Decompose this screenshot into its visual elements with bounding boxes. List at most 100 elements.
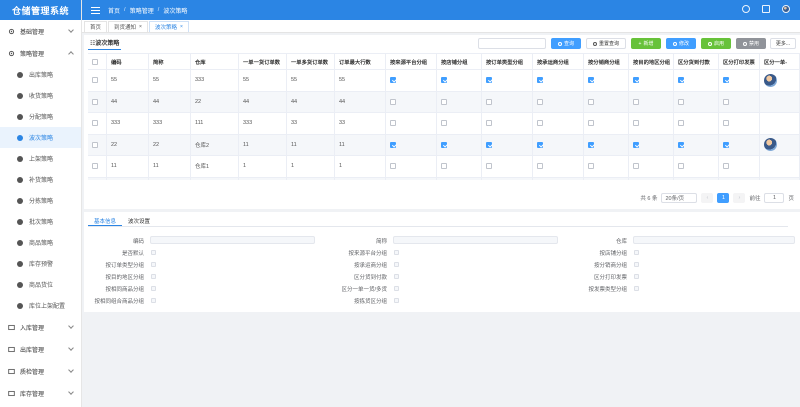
sidebar-group-2[interactable]: 质检管理 [0,360,81,382]
row-checkbox[interactable] [92,77,98,84]
column-header[interactable]: 按来源平台分组 [386,54,437,69]
sidebar-group-strategy[interactable]: 策略管理 [0,42,81,64]
tab-wave-strategy[interactable]: 波次策略 × [148,21,189,32]
sidebar-item-4[interactable]: 上架策略 [0,148,81,169]
column-header[interactable]: 区分打印发票 [719,54,760,69]
column-header[interactable]: 编码 [107,54,149,69]
sidebar-group-1[interactable]: 出库管理 [0,338,81,360]
row-checkbox[interactable] [92,98,98,105]
select-cell[interactable] [88,70,107,91]
sidebar-item-8[interactable]: 商品策略 [0,232,81,253]
field-checkbox-cod[interactable] [394,273,399,279]
column-header[interactable]: 按承运商分组 [533,54,584,69]
page-size-select[interactable]: 20条/页 [661,193,698,203]
column-header[interactable]: 订单最大行数 [335,54,386,69]
search-input[interactable] [478,38,546,49]
field-checkbox-invoice[interactable] [634,273,639,279]
table-row[interactable]: 55 55 333 55 55 55 [88,70,800,92]
tab-wave-settings[interactable]: 波次设置 [122,216,156,226]
select-cell[interactable] [88,113,107,134]
row-checkbox[interactable] [92,120,98,127]
query-button[interactable]: 查询 [551,38,581,49]
sidebar-item-1[interactable]: 收货策略 [0,85,81,106]
tab-arrival-notice[interactable]: 到货通知 × [108,21,148,32]
breadcrumb-item[interactable]: 策略管理 [130,6,154,15]
field-input-short[interactable] [393,236,558,244]
column-header[interactable]: 一单一货订单数 [239,54,287,69]
breadcrumb-item: 波次策略 [163,8,188,15]
field-checkbox-dest[interactable] [151,273,156,279]
goto-page-input[interactable]: 1 [764,193,785,203]
more-button[interactable]: 更多... [770,38,796,49]
table-row[interactable]: 333 333 111 333 33 33 [88,113,800,135]
tab-basic-info[interactable]: 基本信息 [88,216,123,226]
prev-page-button[interactable]: ‹ [701,193,714,203]
field-checkbox-carrier[interactable] [394,261,399,267]
field-checkbox-one_many[interactable] [394,285,399,291]
sidebar-item-10[interactable]: 商品货位 [0,274,81,295]
select-cell[interactable] [88,134,107,155]
flag-checkbox [588,120,594,127]
sidebar-item-6[interactable]: 分拣策略 [0,190,81,211]
column-header[interactable]: 按目的地区分组 [629,54,674,69]
sidebar-item-5[interactable]: 补货策略 [0,169,81,190]
field-input-wh[interactable] [633,236,795,244]
chevron-down-icon [68,367,74,373]
sidebar-group-basic[interactable]: 基础管理 [0,20,81,42]
menu-toggle-icon[interactable] [91,6,100,14]
sidebar-item-11[interactable]: 库位上架配置 [0,295,81,316]
sidebar-item-3[interactable]: 波次策略 [0,127,81,148]
edit-button[interactable]: 修改 [666,38,696,49]
sidebar-item-2[interactable]: 分配策略 [0,106,81,127]
fullscreen-icon[interactable] [762,5,770,13]
select-cell[interactable] [88,177,107,180]
field-checkbox-invoice_type[interactable] [634,285,639,291]
select-cell[interactable] [88,156,107,177]
select-all-checkbox[interactable] [92,58,98,65]
main-panel: ☷波次策略 查询 重置查询 + 新增 修改 启用 禁用 更多... 编码 简称 仓库一… [84,35,800,209]
select-cell[interactable] [88,91,107,112]
sidebar-item-0[interactable]: 出库策略 [0,64,81,85]
page-number[interactable]: 1 [717,193,730,203]
row-checkbox[interactable] [92,163,98,170]
table-row[interactable]: 11 11 仓库1 1 1 1 [88,156,800,178]
select-all-cell[interactable] [88,54,107,69]
column-header[interactable]: 按分销商分组 [584,54,629,69]
table-row[interactable]: 44 44 22 44 44 44 [88,91,800,113]
field-input-code[interactable] [150,236,315,244]
search-icon[interactable] [742,5,750,13]
sidebar-item-7[interactable]: 批次策略 [0,211,81,232]
table-row[interactable]: code123仓库1111 [88,177,800,180]
enable-button[interactable]: 启用 [701,38,731,49]
close-icon[interactable]: × [180,24,183,30]
breadcrumb-item[interactable]: 首页 [108,6,120,15]
disable-button[interactable]: 禁用 [736,38,766,49]
reset-query-button[interactable]: 重置查询 [586,38,626,49]
column-header[interactable]: 按订单类型分组 [482,54,533,69]
column-header[interactable]: 仓库 [191,54,239,69]
sidebar-group-3[interactable]: 库存管理 [0,382,81,404]
field-checkbox-shop[interactable] [634,249,639,255]
column-header[interactable]: 按店铺分组 [437,54,482,69]
sidebar-group-0[interactable]: 入库管理 [0,316,81,338]
row-checkbox[interactable] [92,141,98,148]
table-row[interactable]: 22 22 仓库2 11 11 11 [88,134,800,156]
field-checkbox-ordertype[interactable] [151,261,156,267]
column-header[interactable]: 一单多货订单数 [287,54,335,69]
tab-home[interactable]: 首页 [84,21,108,32]
field-checkbox-default[interactable] [151,249,156,255]
field-checkbox-pick_area[interactable] [394,297,399,303]
column-header[interactable]: 区分一单- [760,54,800,69]
sidebar-item-9[interactable]: 库存预警 [0,253,81,274]
close-icon[interactable]: × [139,24,142,30]
column-header[interactable]: 简称 [149,54,191,69]
next-page-button[interactable]: › [733,193,746,203]
field-checkbox-same_goods[interactable] [151,285,156,291]
field-checkbox-same_combo[interactable] [151,297,156,303]
column-header[interactable]: 区分货到付款 [674,54,719,69]
flag-cell [584,70,629,91]
add-button[interactable]: + 新增 [631,38,661,49]
field-checkbox-dist[interactable] [634,261,639,267]
avatar[interactable] [782,5,790,13]
field-checkbox-src[interactable] [394,249,399,255]
